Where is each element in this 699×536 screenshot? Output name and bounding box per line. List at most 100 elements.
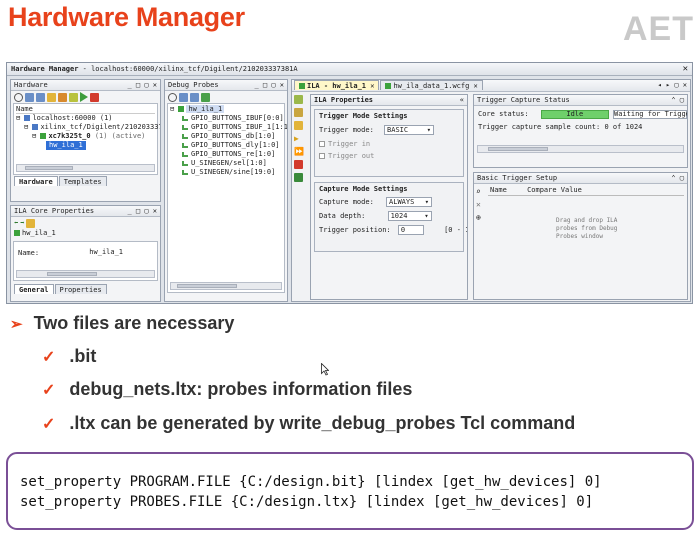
panel-controls-icon[interactable]: _ □ ▢ ✕ <box>254 80 284 91</box>
probe-item[interactable]: GPIO_BUTTONS_re[1:0] <box>170 150 282 159</box>
panel-controls-icon[interactable]: ⌃ ▢ <box>671 173 684 184</box>
tab-properties[interactable]: Properties <box>54 284 107 294</box>
search-icon[interactable] <box>168 92 177 102</box>
status-scrollbar[interactable] <box>477 145 684 153</box>
run-trigger-icon[interactable]: ▶ <box>294 134 306 143</box>
probe-item[interactable]: GPIO_BUTTONS_dly[1:0] <box>170 141 282 150</box>
trigger-mode-settings-label: Trigger Mode Settings <box>319 112 408 120</box>
arrow-bullet-icon: ➢ <box>10 316 23 333</box>
export-icon[interactable] <box>294 173 303 182</box>
probe-root[interactable]: ⊟ hw_ila_1 <box>170 105 282 114</box>
capture-mode-row: Capture mode: ALWAYS ▾ <box>315 195 463 209</box>
panel-controls-icon[interactable]: ◂ ▸ ▢ ✕ <box>657 80 687 91</box>
probe-item[interactable]: GPIO_BUTTONS_IBUF_1[1:1] <box>170 123 287 132</box>
settings-icon[interactable] <box>26 218 36 228</box>
search-icon[interactable] <box>14 92 23 102</box>
auto-connect-icon[interactable] <box>47 92 56 102</box>
probe-icon <box>182 115 188 121</box>
settings-icon[interactable] <box>294 108 303 117</box>
column-name: Name <box>490 186 507 194</box>
chevron-down-icon: ▾ <box>424 212 429 220</box>
trigger-capture-status-panel: Trigger Capture Status ⌃ ▢ Core status: … <box>473 94 688 168</box>
collapse-icon[interactable]: « <box>460 95 464 106</box>
debug-probes-header: Debug Probes _ □ ▢ ✕ <box>165 80 287 91</box>
search-icon[interactable]: ⌕ <box>476 187 486 196</box>
trigger-out-row[interactable]: Trigger out <box>315 150 463 162</box>
program-device-icon[interactable] <box>69 92 78 102</box>
run-trigger-icon[interactable] <box>80 92 88 102</box>
probes-scrollbar[interactable] <box>170 282 282 290</box>
probe-item[interactable]: GPIO_BUTTONS_IBUF[0:0] <box>170 114 284 123</box>
hardware-panel-title: Hardware <box>14 81 48 89</box>
debug-probes-panel: Debug Probes _ □ ▢ ✕ ⊟ hw_ila_1 GPIO_BUT… <box>164 79 288 302</box>
trigger-status-indicator: Waiting for Trigger <box>613 110 688 119</box>
hardware-tree-scrollbar[interactable] <box>16 164 155 172</box>
tab-waveform[interactable]: hw_ila_data_1.wcfg ✕ <box>380 80 483 90</box>
sample-count-value: 0 of 1024 <box>604 123 643 131</box>
stop-trigger-icon[interactable] <box>90 92 99 102</box>
remove-icon[interactable]: ✕ <box>476 200 486 209</box>
probes-tree: ⊟ hw_ila_1 GPIO_BUTTONS_IBUF[0:0] GPIO_B… <box>167 103 287 293</box>
panel-controls-icon[interactable]: ⌃ ▢ <box>671 95 684 106</box>
stop-trigger-icon[interactable] <box>294 160 303 169</box>
add-probe-icon[interactable]: ⊕ <box>476 213 486 222</box>
window-path: - localhost:60000/xilinx_tcf/Digilent/21… <box>82 65 298 73</box>
probe-item[interactable]: U_SINEGEN/sel[1:0] <box>170 159 282 168</box>
panel-controls-icon[interactable]: _ □ ▢ ✕ <box>127 80 157 91</box>
back-arrow-icon[interactable]: ⬅ <box>14 219 18 227</box>
panel-controls-icon[interactable]: _ □ ▢ ✕ <box>127 206 157 217</box>
column-compare-value: Compare Value <box>527 186 582 194</box>
hardware-manager-window: Hardware Manager - localhost:60000/xilin… <box>6 62 693 304</box>
trigger-position-input[interactable]: 0 <box>397 225 424 235</box>
capture-mode-select[interactable]: ALWAYS ▾ <box>386 197 433 207</box>
trigger-in-row[interactable]: Trigger in <box>315 138 463 150</box>
tree-item-target[interactable]: ⊟ xilinx_tcf/Digilent/2102033373 <box>16 123 160 132</box>
trigger-setup-table-header: Name Compare Value <box>488 186 684 196</box>
run-immediate-icon[interactable]: ⏩ <box>294 147 306 156</box>
trigger-setup-side-toolbar: ⌕ ✕ ⊕ <box>476 187 486 222</box>
tab-general[interactable]: General <box>14 284 54 294</box>
dashboard-icon[interactable] <box>294 95 303 104</box>
server-icon <box>24 115 31 121</box>
tree-item-localhost[interactable]: ⊟ localhost:60000 (1) <box>16 114 155 123</box>
probe-item[interactable]: U_SINEGEN/sine[19:0] <box>170 168 282 177</box>
tree-item-device[interactable]: ⊟ xc7k325t_0 (1) (active) <box>16 132 155 141</box>
trigger-out-checkbox[interactable] <box>319 153 325 159</box>
tab-ila-hw-ila-1[interactable]: ILA - hw_ila_1 ✕ <box>294 80 380 90</box>
window-titlebar: Hardware Manager - localhost:60000/xilin… <box>7 63 692 76</box>
mouse-pointer-icon <box>321 363 329 376</box>
device-icon <box>40 133 47 139</box>
tab-templates[interactable]: Templates <box>58 176 107 186</box>
hardware-panel-header: Hardware _ □ ▢ ✕ <box>11 80 160 91</box>
data-depth-select[interactable]: 1024 ▾ <box>387 211 432 221</box>
forward-arrow-icon[interactable]: ➡ <box>20 219 24 227</box>
probe-icon <box>182 160 188 166</box>
name-field[interactable]: hw_ila_1 <box>87 248 127 258</box>
auto-trigger-icon[interactable] <box>294 121 303 130</box>
hardware-tabs: Hardware Templates <box>11 175 160 187</box>
property-item: hw_ila_1 <box>11 229 160 238</box>
close-icon[interactable]: ✕ <box>683 64 688 74</box>
properties-scrollbar[interactable] <box>16 270 155 278</box>
probe-item[interactable]: GPIO_BUTTONS_db[1:0] <box>170 132 282 141</box>
ila-dashboard-tabs: ILA - hw_ila_1 ✕ hw_ila_data_1.wcfg ✕ ◂ ▸… <box>292 80 690 92</box>
company-logo: AET <box>623 10 694 48</box>
tab-hardware[interactable]: Hardware <box>14 176 58 186</box>
probe-icon <box>182 142 188 148</box>
probe-icon <box>182 124 188 130</box>
waveform-icon <box>385 83 392 89</box>
collapse-all-icon[interactable] <box>25 92 34 102</box>
expand-all-icon[interactable] <box>36 92 45 102</box>
tree-item-hw-ila[interactable]: hw_ila_1 <box>16 141 155 150</box>
refresh-icon[interactable] <box>58 92 67 102</box>
ila-dashboard: ILA - hw_ila_1 ✕ hw_ila_data_1.wcfg ✕ ◂ ▸… <box>291 79 691 302</box>
collapse-all-icon[interactable] <box>179 92 188 102</box>
trigger-mode-select[interactable]: BASIC ▾ <box>384 125 435 135</box>
trigger-mode-settings-group: Trigger Mode Settings Trigger mode: BASI… <box>314 109 464 177</box>
ila-properties-header: ILA Properties « <box>311 95 467 106</box>
expand-all-icon[interactable] <box>190 92 199 102</box>
trigger-in-checkbox[interactable] <box>319 141 325 147</box>
probe-icon <box>182 169 188 175</box>
ila-vertical-toolbar: ▶ ⏩ <box>294 95 306 182</box>
add-probe-icon[interactable] <box>201 92 210 102</box>
